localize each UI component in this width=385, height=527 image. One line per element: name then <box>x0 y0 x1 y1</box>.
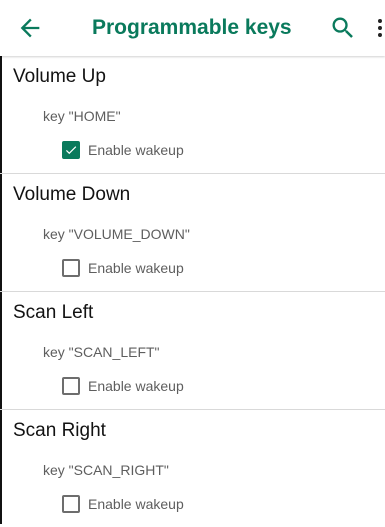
key-summary: key "SCAN_LEFT" <box>43 344 160 360</box>
wakeup-checkbox[interactable] <box>62 495 80 513</box>
key-item-scan-left[interactable]: Scan Left key "SCAN_LEFT" Enable wakeup <box>0 291 385 409</box>
check-icon <box>65 146 77 155</box>
key-summary: key "SCAN_RIGHT" <box>43 462 169 478</box>
key-item-scan-right[interactable]: Scan Right key "SCAN_RIGHT" Enable wakeu… <box>0 409 385 527</box>
key-title: Scan Right <box>13 420 106 441</box>
back-button[interactable] <box>16 14 44 42</box>
app-bar: Programmable keys <box>0 0 385 56</box>
preference-list: Volume Up key "HOME" Enable wakeup Volum… <box>0 56 385 527</box>
key-item-volume-up[interactable]: Volume Up key "HOME" Enable wakeup <box>0 56 385 173</box>
wakeup-checkbox-row[interactable]: Enable wakeup <box>62 139 184 161</box>
wakeup-checkbox[interactable] <box>62 259 80 277</box>
arrow-left-icon <box>20 18 40 38</box>
search-button[interactable] <box>329 14 357 42</box>
wakeup-label: Enable wakeup <box>88 142 184 158</box>
overflow-menu-button[interactable] <box>374 14 385 42</box>
key-summary: key "VOLUME_DOWN" <box>43 226 190 242</box>
key-title: Scan Left <box>13 302 94 323</box>
wakeup-checkbox-row[interactable]: Enable wakeup <box>62 493 184 515</box>
wakeup-checkbox[interactable] <box>62 141 80 159</box>
page-title: Programmable keys <box>92 16 292 39</box>
more-vert-icon <box>378 19 382 37</box>
key-title: Volume Down <box>13 184 131 205</box>
wakeup-label: Enable wakeup <box>88 378 184 394</box>
key-title: Volume Up <box>13 66 106 87</box>
search-icon <box>332 17 353 38</box>
wakeup-checkbox-row[interactable]: Enable wakeup <box>62 375 184 397</box>
key-summary: key "HOME" <box>43 108 121 124</box>
wakeup-label: Enable wakeup <box>88 260 184 276</box>
wakeup-checkbox[interactable] <box>62 377 80 395</box>
wakeup-label: Enable wakeup <box>88 496 184 512</box>
wakeup-checkbox-row[interactable]: Enable wakeup <box>62 257 184 279</box>
key-item-volume-down[interactable]: Volume Down key "VOLUME_DOWN" Enable wak… <box>0 173 385 291</box>
